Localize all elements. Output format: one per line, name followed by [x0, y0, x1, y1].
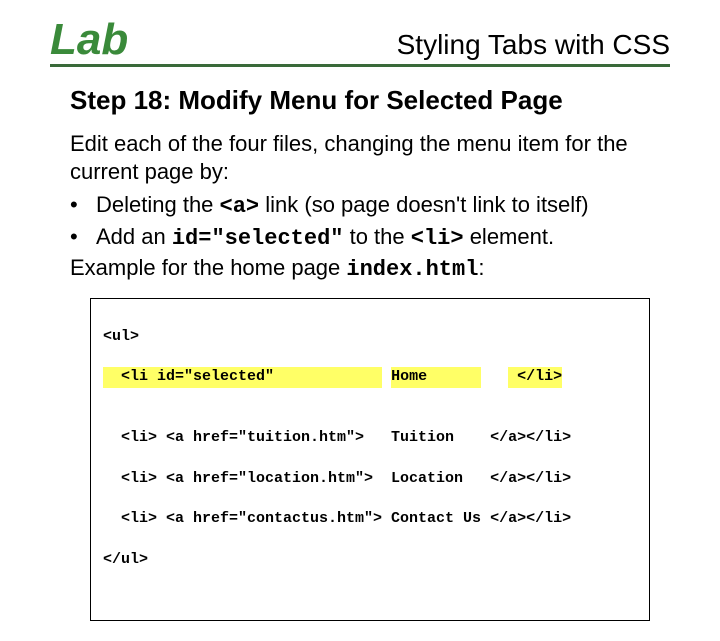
intro-text: Edit each of the four files, changing th…	[70, 130, 660, 185]
code-line: </ul>	[103, 550, 637, 570]
bullet-icon: •	[70, 191, 96, 221]
example-text: :	[478, 255, 484, 280]
bullet-content: Deleting the <a> link (so page doesn't l…	[96, 191, 589, 221]
code-line: <li> <a href="location.htm"> Location </…	[103, 469, 637, 489]
code-frag: Home	[391, 368, 481, 385]
example-text: Example for the home page	[70, 255, 346, 280]
lab-badge: Lab	[50, 18, 128, 62]
code-inline: index.html	[346, 257, 478, 282]
code-line-highlighted: <li id="selected" Home </li>	[103, 367, 637, 387]
code-line: <li> <a href="contactus.htm"> Contact Us…	[103, 509, 637, 529]
list-item: • Add an id="selected" to the <li> eleme…	[70, 223, 660, 253]
bullet-list: • Deleting the <a> link (so page doesn't…	[70, 191, 660, 252]
code-inline: <a>	[220, 194, 260, 219]
code-inline: <li>	[411, 226, 464, 251]
bullet-text: to the	[343, 224, 410, 249]
code-line: <ul>	[103, 327, 637, 347]
body-text: Edit each of the four files, changing th…	[70, 130, 660, 284]
bullet-content: Add an id="selected" to the <li> element…	[96, 223, 554, 253]
bullet-text: Add an	[96, 224, 172, 249]
code-line: <li> <a href="tuition.htm"> Tuition </a>…	[103, 428, 637, 448]
code-inline: id="selected"	[172, 226, 344, 251]
header: Lab Styling Tabs with CSS	[50, 18, 670, 67]
bullet-text: element.	[464, 224, 555, 249]
highlight: <li id="selected"	[103, 367, 382, 387]
code-frag: <li id="selected"	[103, 368, 382, 385]
highlight: </li>	[508, 367, 562, 387]
slide: Lab Styling Tabs with CSS Step 18: Modif…	[0, 0, 720, 641]
example-line: Example for the home page index.html:	[70, 254, 660, 284]
list-item: • Deleting the <a> link (so page doesn't…	[70, 191, 660, 221]
bullet-text: link (so page doesn't link to itself)	[259, 192, 588, 217]
code-frag: </li>	[508, 368, 562, 385]
bullet-icon: •	[70, 223, 96, 253]
step-heading: Step 18: Modify Menu for Selected Page	[70, 85, 670, 116]
code-block: <ul> <li id="selected" Home </li> <li> <…	[90, 298, 650, 622]
highlight: Home	[391, 367, 481, 387]
bullet-text: Deleting the	[96, 192, 220, 217]
page-title: Styling Tabs with CSS	[397, 29, 670, 61]
